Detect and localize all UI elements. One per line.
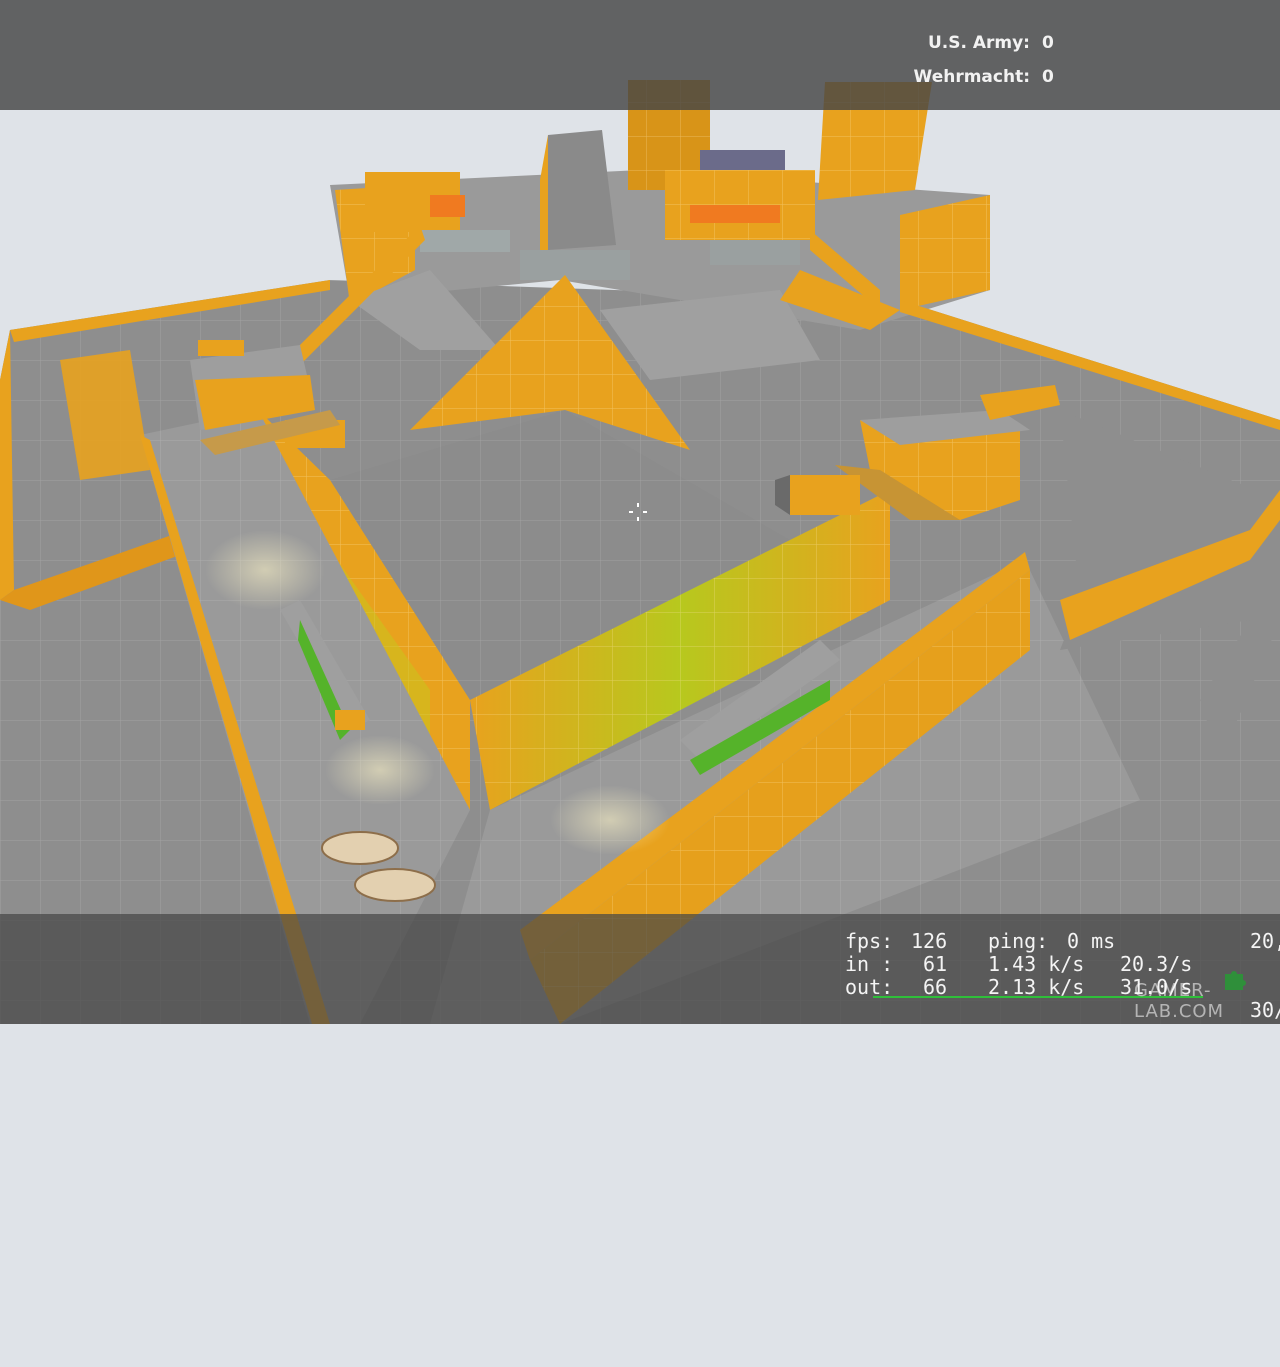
team-name-us-army: U.S. Army:	[927, 33, 1030, 53]
score-row-wehrmacht: Wehrmacht: 0	[860, 67, 1060, 89]
fps-value: 126	[911, 929, 948, 953]
fps-label: fps:	[845, 929, 894, 953]
watermark-text: GAMER-LAB.COM	[1134, 980, 1225, 1022]
in-pps: 20.3/s	[1120, 952, 1193, 976]
team-score-wehrmacht: 0	[1042, 67, 1054, 87]
hud-top-bar	[0, 0, 1280, 110]
in-label: in :	[845, 952, 894, 976]
in-rate: 1.43 k/s	[988, 952, 1085, 976]
ping-label: ping:	[988, 929, 1049, 953]
team-score-us-army: 0	[1042, 33, 1054, 53]
team-name-wehrmacht: Wehrmacht:	[913, 67, 1030, 87]
crosshair-icon	[628, 502, 648, 522]
ping-value: 0 ms	[1067, 929, 1116, 953]
score-row-us-army: U.S. Army: 0	[860, 33, 1060, 55]
netgraph-corner-top: 20,	[1250, 929, 1280, 953]
in-count: 61	[923, 952, 948, 976]
